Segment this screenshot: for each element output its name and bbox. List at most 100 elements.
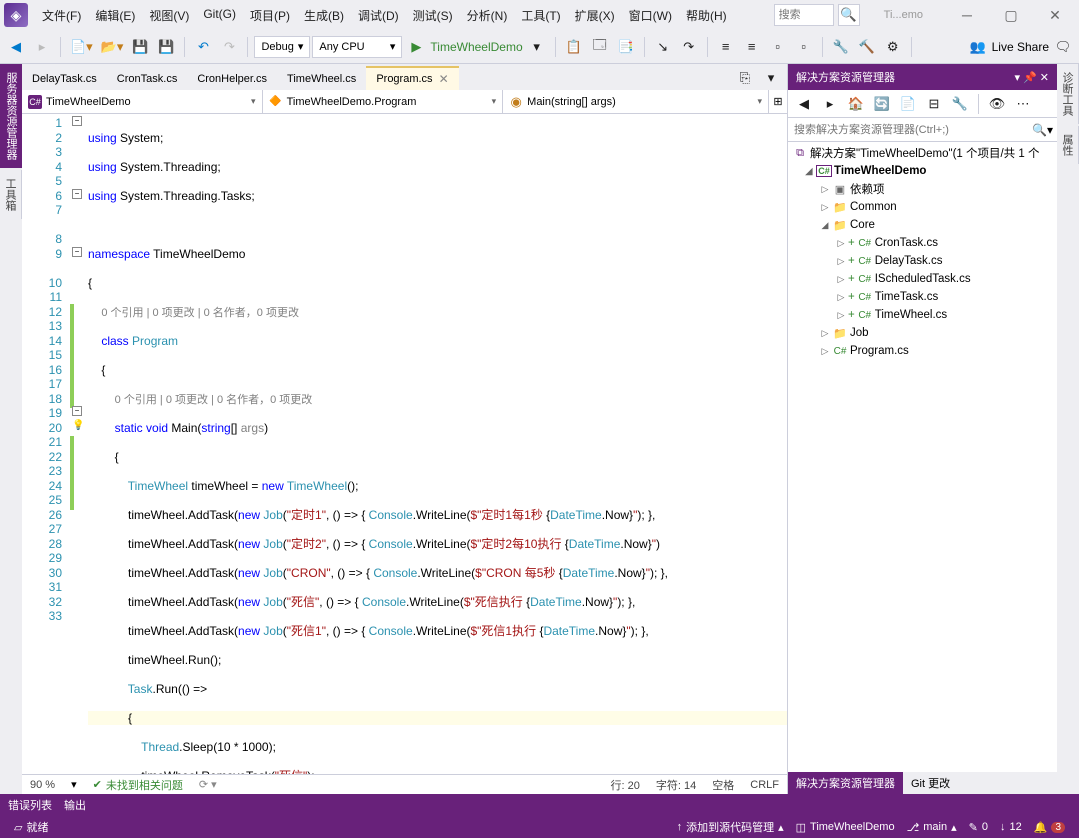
options-button[interactable]: ⋯ bbox=[1011, 92, 1035, 116]
tb-btn-2[interactable]: 🗔 bbox=[588, 35, 612, 59]
sync-button[interactable]: 🔄 bbox=[870, 92, 894, 116]
deps-node[interactable]: ▷▣依赖项 bbox=[788, 180, 1057, 198]
nav-method-dropdown[interactable]: ◉ Main(string[] args)▾ bbox=[503, 90, 769, 113]
project-node[interactable]: ◢C#TimeWheelDemo bbox=[788, 162, 1057, 180]
menu-analyze[interactable]: 分析(N) bbox=[461, 3, 514, 28]
menu-file[interactable]: 文件(F) bbox=[36, 3, 87, 28]
view-button[interactable]: 👁 bbox=[985, 92, 1009, 116]
file-ischeduled[interactable]: ▷+ C#IScheduledTask.cs bbox=[788, 270, 1057, 288]
fold-button[interactable]: − bbox=[72, 406, 82, 416]
nav-split-button[interactable]: ⊞ bbox=[769, 90, 787, 113]
tb-btn-3[interactable]: 📑 bbox=[614, 35, 638, 59]
branch-button[interactable]: ⎇ main ▴ bbox=[901, 821, 963, 834]
menu-help[interactable]: 帮助(H) bbox=[680, 3, 733, 28]
expand-icon[interactable]: ◢ bbox=[804, 166, 814, 177]
tab-solution-explorer[interactable]: 解决方案资源管理器 bbox=[788, 772, 903, 794]
expand-icon[interactable]: ▷ bbox=[820, 184, 830, 195]
tab-program[interactable]: Program.cs✕ bbox=[366, 66, 458, 90]
server-explorer-tab[interactable]: 服务器资源管理器 bbox=[0, 64, 22, 168]
properties-button[interactable]: 🔧 bbox=[948, 92, 972, 116]
menu-build[interactable]: 生成(B) bbox=[298, 3, 350, 28]
line-indicator[interactable]: 行: 20 bbox=[611, 777, 640, 793]
notifications-button[interactable]: 🔔3 bbox=[1028, 821, 1071, 834]
menu-view[interactable]: 视图(V) bbox=[143, 3, 195, 28]
home-button[interactable]: 🏠 bbox=[844, 92, 868, 116]
undo-button[interactable]: ↶ bbox=[191, 35, 215, 59]
tab-git-changes[interactable]: Git 更改 bbox=[903, 772, 958, 794]
uncomment-button[interactable]: ▫ bbox=[792, 35, 816, 59]
search-button[interactable]: 🔍 bbox=[838, 4, 860, 26]
lightbulb-icon[interactable]: 💡 bbox=[72, 420, 84, 431]
navigate-fwd-button[interactable]: ▸ bbox=[30, 35, 54, 59]
solution-search-input[interactable] bbox=[792, 122, 1032, 138]
space-indicator[interactable]: 空格 bbox=[712, 777, 734, 793]
close-tab-icon[interactable]: ✕ bbox=[439, 72, 449, 86]
tb-icon-b[interactable]: 🔨 bbox=[855, 35, 879, 59]
close-button[interactable]: ✕ bbox=[1035, 0, 1075, 30]
new-project-button[interactable]: 📄▾ bbox=[67, 35, 96, 59]
core-folder[interactable]: ◢📁Core bbox=[788, 216, 1057, 234]
start-debug-menu[interactable]: ▾ bbox=[525, 35, 549, 59]
common-folder[interactable]: ▷📁Common bbox=[788, 198, 1057, 216]
code-editor[interactable]: 1234567891011121314151617181920212223242… bbox=[22, 114, 787, 774]
platform-dropdown[interactable]: Any CPU▾ bbox=[312, 36, 402, 58]
search-input[interactable] bbox=[774, 4, 834, 26]
menu-test[interactable]: 测试(S) bbox=[407, 3, 459, 28]
fold-button[interactable]: − bbox=[72, 189, 82, 199]
changes-button[interactable]: ✎ 0 bbox=[963, 821, 994, 834]
expand-icon[interactable]: ◢ bbox=[820, 220, 830, 231]
step-into-button[interactable]: ↘ bbox=[651, 35, 675, 59]
diagnostics-tab[interactable]: 诊断工具 bbox=[1057, 64, 1079, 124]
properties-tab[interactable]: 属性 bbox=[1057, 126, 1079, 164]
nav-class-dropdown[interactable]: 🔶 TimeWheelDemo.Program▾ bbox=[263, 90, 504, 113]
char-indicator[interactable]: 字符: 14 bbox=[656, 777, 696, 793]
menu-extensions[interactable]: 扩展(X) bbox=[569, 3, 621, 28]
job-folder[interactable]: ▷📁Job bbox=[788, 324, 1057, 342]
back-button[interactable]: ◀ bbox=[792, 92, 816, 116]
tab-pane-options-button[interactable]: ▾ bbox=[759, 66, 783, 90]
nav-project-dropdown[interactable]: C# TimeWheelDemo▾ bbox=[22, 90, 263, 113]
file-timewheel[interactable]: ▷+ C#TimeWheel.cs bbox=[788, 306, 1057, 324]
solution-explorer-header[interactable]: 解决方案资源管理器 ▾ 📌 ✕ bbox=[788, 64, 1057, 90]
menu-debug[interactable]: 调试(D) bbox=[352, 3, 405, 28]
fold-button[interactable]: − bbox=[72, 247, 82, 257]
menu-tools[interactable]: 工具(T) bbox=[515, 3, 566, 28]
collapse-button[interactable]: ⊟ bbox=[922, 92, 946, 116]
navigate-back-button[interactable]: ◀ bbox=[4, 35, 28, 59]
step-over-button[interactable]: ↷ bbox=[677, 35, 701, 59]
save-button[interactable]: 💾 bbox=[128, 35, 152, 59]
solution-node[interactable]: ⧉解决方案"TimeWheelDemo"(1 个项目/共 1 个 bbox=[788, 144, 1057, 162]
menu-git[interactable]: Git(G) bbox=[197, 3, 242, 28]
redo-button[interactable]: ↷ bbox=[217, 35, 241, 59]
tab-timewheel[interactable]: TimeWheel.cs bbox=[277, 66, 366, 90]
zoom-level[interactable]: 90 % bbox=[30, 779, 55, 791]
menu-edit[interactable]: 编辑(E) bbox=[89, 3, 141, 28]
file-crontask[interactable]: ▷+ C#CronTask.cs bbox=[788, 234, 1057, 252]
stash-button[interactable]: ↓ 12 bbox=[994, 821, 1028, 833]
open-button[interactable]: 📂▾ bbox=[98, 35, 127, 59]
code-content[interactable]: using System; using System.Threading; us… bbox=[88, 114, 787, 774]
show-all-button[interactable]: 📄 bbox=[896, 92, 920, 116]
indent-button[interactable]: ≡ bbox=[714, 35, 738, 59]
start-debug-label[interactable]: TimeWheelDemo bbox=[430, 40, 522, 54]
tb-icon-a[interactable]: 🔧 bbox=[829, 35, 853, 59]
auto-hide-button[interactable]: ▾ 📌 ✕ bbox=[1014, 71, 1049, 84]
crlf-indicator[interactable]: CRLF bbox=[750, 779, 779, 791]
file-program[interactable]: ▷C#Program.cs bbox=[788, 342, 1057, 360]
maximize-button[interactable]: ▢ bbox=[991, 0, 1031, 30]
tab-cronhelper[interactable]: CronHelper.cs bbox=[187, 66, 277, 90]
tab-output[interactable]: 输出 bbox=[64, 797, 86, 813]
source-control-button[interactable]: ↑ 添加到源代码管理 ▴ bbox=[671, 819, 790, 835]
tb-btn-1[interactable]: 📋 bbox=[562, 35, 586, 59]
expand-icon[interactable]: ▷ bbox=[820, 328, 830, 339]
fwd-button[interactable]: ▸ bbox=[818, 92, 842, 116]
liveshare-icon[interactable]: 👥 bbox=[966, 35, 990, 59]
search-icon[interactable]: 🔍▾ bbox=[1032, 123, 1053, 137]
issues-indicator[interactable]: ✔ 未找到相关问题 bbox=[93, 777, 183, 793]
file-timetask[interactable]: ▷+ C#TimeTask.cs bbox=[788, 288, 1057, 306]
liveshare-button[interactable]: Live Share bbox=[992, 40, 1049, 54]
start-debug-button[interactable]: ▶ bbox=[404, 35, 428, 59]
toolbox-tab[interactable]: 工具箱 bbox=[0, 170, 22, 219]
expand-icon[interactable]: ▷ bbox=[820, 202, 830, 213]
preview-tab-button[interactable]: ⎘ bbox=[733, 66, 757, 90]
